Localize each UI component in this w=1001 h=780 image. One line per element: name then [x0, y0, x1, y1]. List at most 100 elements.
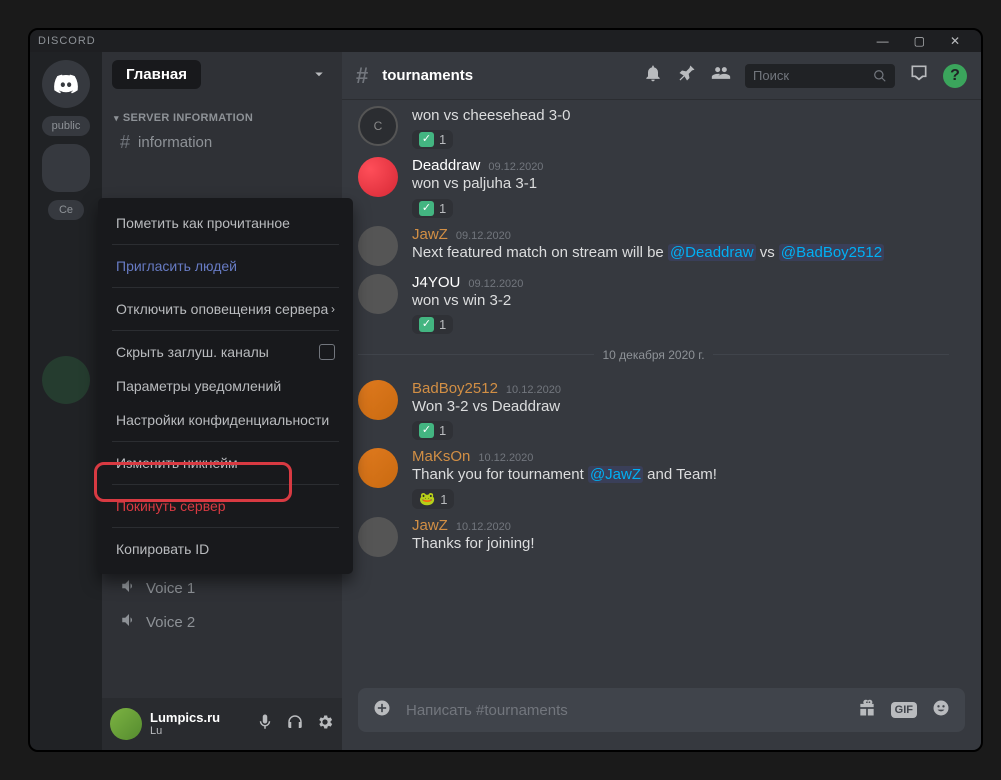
reaction[interactable]: 🐸1 [412, 489, 454, 509]
chevron-right-icon: › [331, 302, 335, 316]
message-date: 10.12.2020 [506, 384, 561, 396]
hash-icon: # [120, 132, 130, 153]
emoji-icon[interactable] [931, 698, 951, 723]
inbox-icon[interactable] [909, 63, 929, 88]
app-brand: DISCORD [38, 35, 96, 47]
speaker-icon [120, 611, 138, 633]
username: Lumpics.ru [150, 711, 220, 725]
message-text: won vs win 3-2 [412, 291, 523, 311]
window-maximize-button[interactable]: ▢ [902, 34, 938, 48]
rail-server-public[interactable]: public [42, 116, 90, 136]
checkbox-icon [319, 344, 335, 360]
bell-icon[interactable] [643, 63, 663, 88]
user-tag: Lu [150, 725, 220, 737]
titlebar: DISCORD — ▢ ✕ [30, 30, 981, 52]
channel-label: Voice 2 [146, 614, 195, 631]
home-server-icon[interactable] [42, 60, 90, 108]
mention[interactable]: @BadBoy2512 [779, 244, 884, 261]
message-text: Next featured match on stream will be @D… [412, 243, 884, 263]
message-text: won vs cheesehead 3-0 [412, 106, 570, 126]
menu-notification-settings[interactable]: Параметры уведомлений [106, 369, 345, 403]
menu-mute-server[interactable]: Отключить оповещения сервера› [106, 292, 345, 326]
avatar[interactable] [358, 380, 398, 420]
message-list: C won vs cheesehead 3-0 1 Deaddraw 09.12.… [342, 100, 981, 688]
channel-label: Voice 1 [146, 580, 195, 597]
channel-item[interactable]: Voice 2 [110, 606, 334, 638]
reaction[interactable]: 1 [412, 421, 453, 440]
attach-icon[interactable] [372, 698, 392, 723]
members-icon[interactable] [711, 63, 731, 88]
search-input[interactable]: Поиск [745, 64, 895, 88]
gif-icon[interactable]: GIF [891, 702, 917, 718]
chat-header: # tournaments Поиск ? [342, 52, 981, 100]
message-date: 10.12.2020 [456, 521, 511, 533]
user-bar: Lumpics.ru Lu [102, 698, 342, 750]
message-text: Won 3-2 vs Deaddraw [412, 397, 561, 417]
avatar[interactable] [358, 274, 398, 314]
gift-icon[interactable] [857, 698, 877, 723]
message-date: 10.12.2020 [478, 452, 533, 464]
help-icon[interactable]: ? [943, 64, 967, 88]
headphones-icon[interactable] [286, 713, 304, 736]
pin-icon[interactable] [677, 63, 697, 88]
category-label: SERVER INFORMATION [123, 112, 253, 124]
server-name: Главная [112, 60, 201, 89]
message-text: Thank you for tournament @JawZ and Team! [412, 465, 717, 485]
gear-icon[interactable] [316, 713, 334, 736]
date-divider: 10 декабря 2020 г. [358, 348, 949, 362]
reaction[interactable]: 1 [412, 130, 453, 149]
message-date: 09.12.2020 [488, 161, 543, 173]
mention[interactable]: @Deaddraw [668, 244, 756, 261]
server-header[interactable]: Главная [102, 52, 342, 100]
menu-leave-server[interactable]: Покинуть сервер [106, 489, 345, 523]
message-text: Thanks for joining! [412, 534, 535, 554]
channel-label: information [138, 134, 212, 151]
rail-server-item[interactable] [42, 144, 90, 192]
menu-change-nickname[interactable]: Изменить никнейм [106, 446, 345, 480]
chevron-down-icon: ▾ [114, 113, 119, 124]
menu-mark-read[interactable]: Пометить как прочитанное [106, 206, 345, 240]
message-author[interactable]: Deaddraw [412, 157, 480, 174]
mention[interactable]: @JawZ [588, 466, 643, 483]
avatar[interactable] [110, 708, 142, 740]
message-input[interactable]: Написать #tournaments GIF [358, 688, 965, 732]
menu-hide-muted[interactable]: Скрыть заглуш. каналы [106, 335, 345, 369]
channel-title: tournaments [382, 67, 473, 84]
window-close-button[interactable]: ✕ [938, 34, 973, 48]
mic-icon[interactable] [256, 713, 274, 736]
avatar[interactable] [358, 448, 398, 488]
message-author[interactable]: MaKsOn [412, 448, 470, 465]
menu-invite-people[interactable]: Пригласить людей [106, 249, 345, 283]
hash-icon: # [356, 63, 368, 89]
channel-item[interactable]: Voice 1 [110, 572, 334, 604]
category-header[interactable]: ▾ SERVER INFORMATION [102, 100, 342, 126]
message-author[interactable]: J4YOU [412, 274, 460, 291]
server-context-menu: Пометить как прочитанное Пригласить люде… [98, 198, 353, 574]
server-rail: public Ce [30, 52, 102, 750]
reaction[interactable]: 1 [412, 199, 453, 218]
menu-privacy-settings[interactable]: Настройки конфиденциальности [106, 403, 345, 437]
avatar[interactable] [358, 226, 398, 266]
speaker-icon [120, 577, 138, 599]
chevron-down-icon [310, 65, 328, 87]
rail-server-item[interactable] [42, 356, 90, 404]
app-window: DISCORD — ▢ ✕ public Ce Главная [28, 28, 983, 752]
message-author[interactable]: JawZ [412, 226, 448, 243]
rail-server-ce[interactable]: Ce [48, 200, 84, 220]
avatar[interactable] [358, 157, 398, 197]
window-minimize-button[interactable]: — [865, 34, 902, 48]
channel-item[interactable]: # information [110, 127, 334, 158]
message-text: won vs paljuha 3-1 [412, 174, 543, 194]
avatar[interactable] [358, 517, 398, 557]
message-date: 09.12.2020 [468, 278, 523, 290]
reaction[interactable]: 1 [412, 315, 453, 334]
message-input-placeholder: Написать #tournaments [406, 702, 568, 719]
message-author[interactable]: JawZ [412, 517, 448, 534]
avatar[interactable]: C [358, 106, 398, 146]
menu-copy-id[interactable]: Копировать ID [106, 532, 345, 566]
search-placeholder: Поиск [753, 68, 789, 83]
message-date: 09.12.2020 [456, 230, 511, 242]
chat-area: # tournaments Поиск ? C [342, 52, 981, 750]
search-icon [873, 69, 887, 83]
message-author[interactable]: BadBoy2512 [412, 380, 498, 397]
